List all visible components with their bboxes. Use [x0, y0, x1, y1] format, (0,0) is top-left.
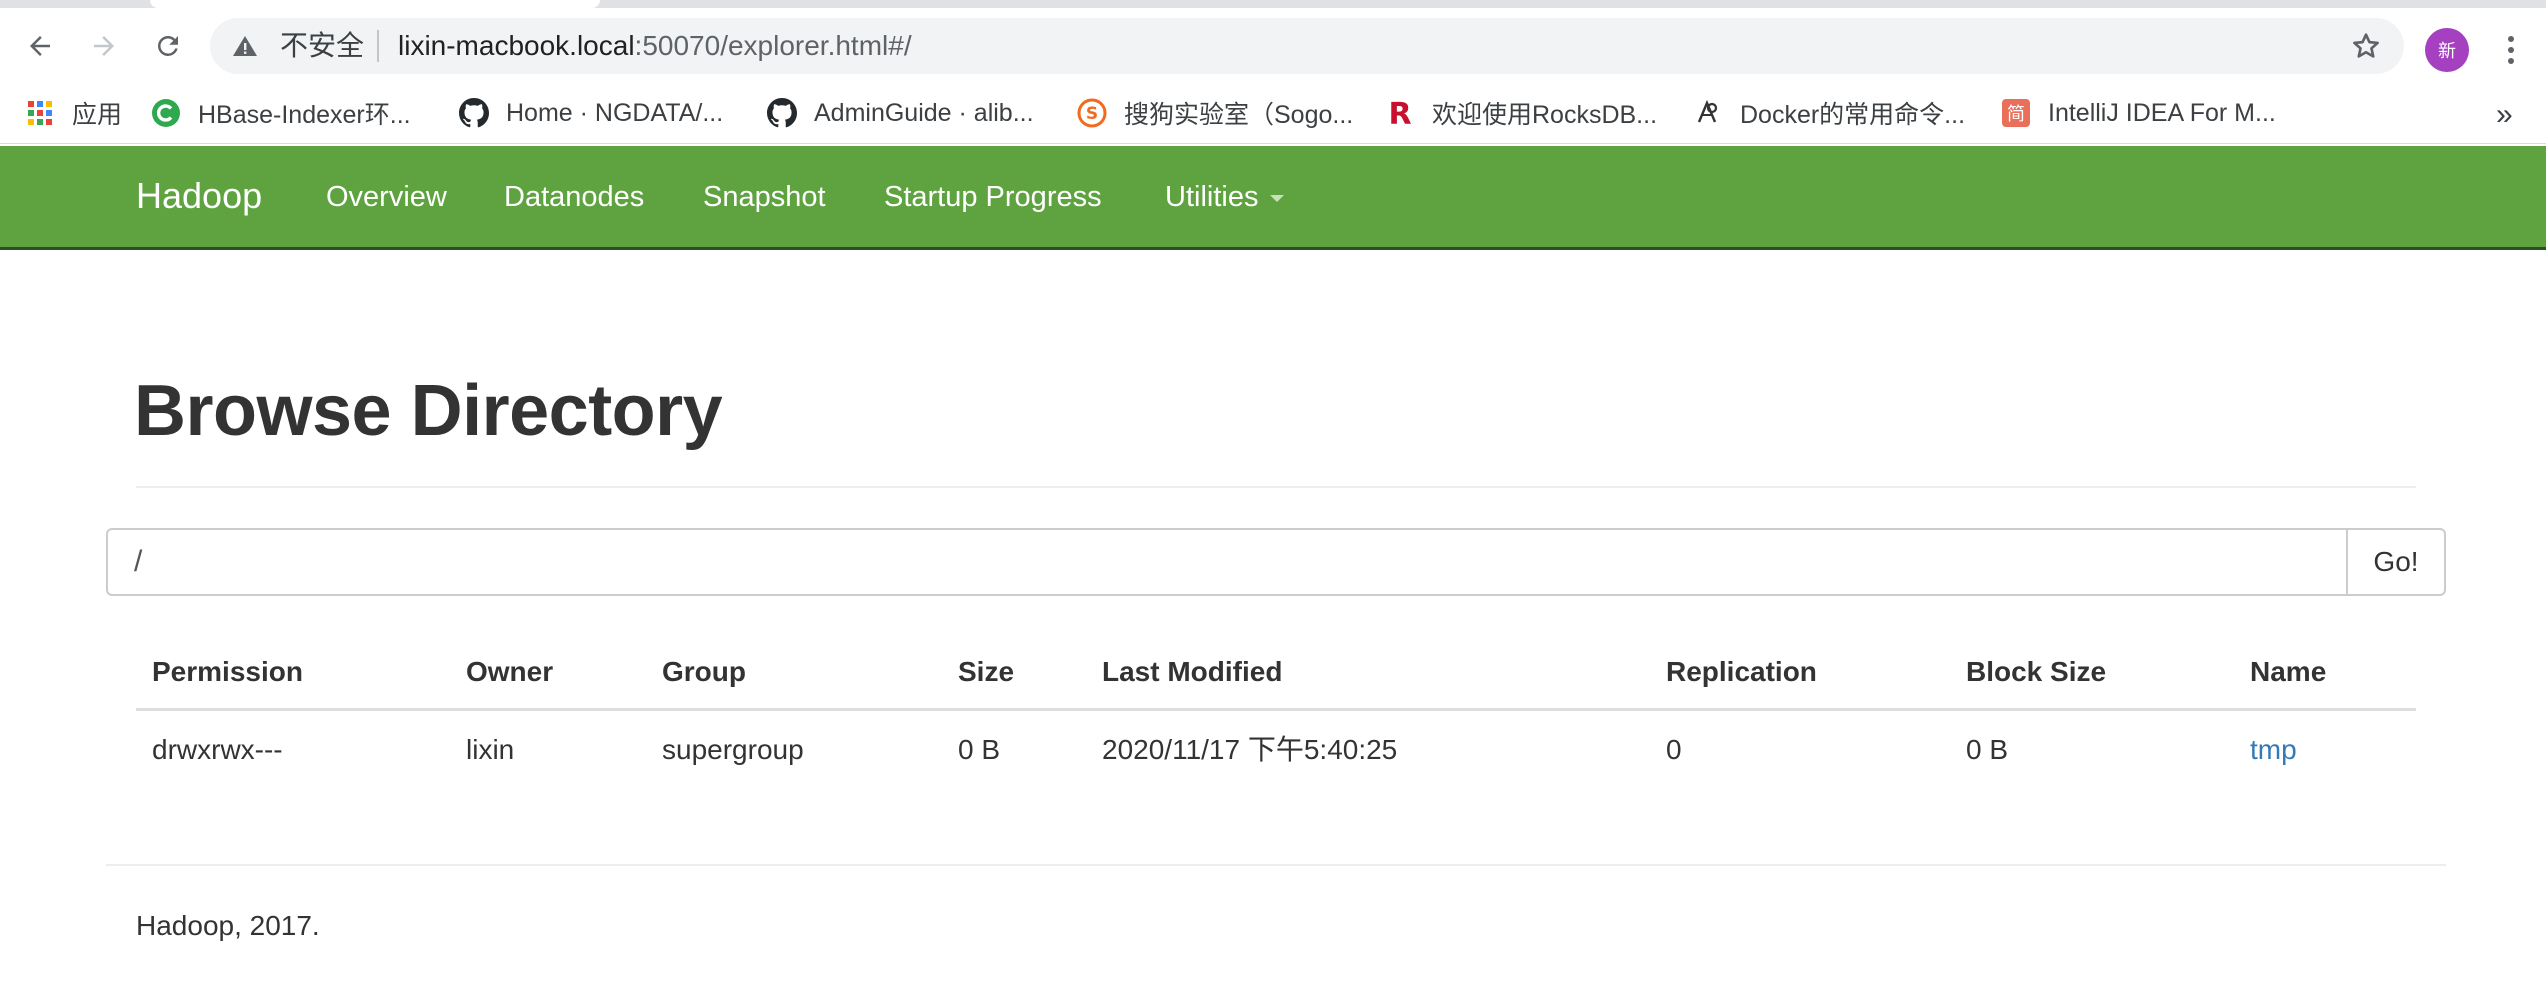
apps-grid-icon — [24, 97, 56, 129]
forward-arrow-icon — [94, 36, 114, 56]
nav-datanodes[interactable]: Datanodes — [504, 180, 644, 214]
cell-replication: 0 — [1666, 734, 1682, 765]
footer-divider — [106, 864, 2446, 866]
cell-size: 0 B — [958, 734, 1001, 765]
reload-button[interactable] — [146, 24, 190, 68]
nav-overview[interactable]: Overview — [326, 180, 447, 214]
column-header-name[interactable]: Name — [2250, 656, 2326, 688]
site-c-icon — [150, 97, 182, 129]
column-header-owner[interactable]: Owner — [466, 656, 553, 688]
cell-group: supergroup — [662, 734, 804, 765]
directory-path-input[interactable] — [106, 528, 2348, 596]
tab-strip — [0, 0, 2546, 8]
url-text[interactable]: lixin-macbook.local:50070/explorer.html#… — [398, 31, 912, 61]
nav-utilities-label: Utilities — [1165, 181, 1259, 213]
bookmark-label: HBase-Indexer环... — [198, 101, 411, 129]
column-header-group[interactable]: Group — [662, 656, 746, 688]
security-label[interactable]: 不安全 — [280, 32, 364, 60]
column-header-permission[interactable]: Permission — [152, 656, 303, 688]
cell-owner: lixin — [466, 734, 515, 765]
reload-icon — [158, 35, 178, 56]
bookmark-label: 欢迎使用RocksDB... — [1432, 101, 1658, 129]
bookmark-apps[interactable]: 应用 — [24, 96, 122, 130]
bookmark-hbase-indexer[interactable]: HBase-Indexer环... — [150, 96, 411, 130]
docker-site-icon — [1692, 97, 1724, 129]
bookmark-intellij[interactable]: 简 IntelliJ IDEA For M... — [2000, 96, 2276, 130]
bookmark-label: 应用 — [72, 101, 123, 129]
table-header-divider — [136, 708, 2416, 711]
forward-button[interactable] — [82, 24, 126, 68]
bookmark-label: Home · NGDATA/... — [506, 98, 724, 127]
url-host: lixin-macbook.local — [398, 30, 635, 61]
column-header-replication[interactable]: Replication — [1666, 656, 1817, 688]
column-header-block-size[interactable]: Block Size — [1966, 656, 2106, 688]
footer-text: Hadoop, 2017. — [136, 910, 320, 941]
bookmark-label: 搜狗实验室（Sogo... — [1124, 101, 1354, 129]
bookmark-star-icon[interactable] — [2350, 30, 2382, 62]
navbar-brand[interactable]: Hadoop — [136, 176, 262, 216]
url-path: :50070/explorer.html#/ — [634, 30, 912, 61]
hadoop-navbar: Hadoop Overview Datanodes Snapshot Start… — [0, 146, 2546, 250]
nav-snapshot[interactable]: Snapshot — [703, 180, 826, 214]
title-divider — [136, 486, 2416, 488]
bookmark-ngdata-home[interactable]: Home · NGDATA/... — [458, 96, 723, 130]
more-bookmarks-button[interactable]: » — [2496, 98, 2513, 132]
address-bar[interactable]: 不安全 lixin-macbook.local:50070/explorer.h… — [210, 18, 2404, 74]
browser-toolbar: 不安全 lixin-macbook.local:50070/explorer.h… — [0, 8, 2546, 82]
directory-link-tmp[interactable]: tmp — [2250, 734, 2297, 766]
cell-last-modified: 2020/11/17 下午5:40:25 — [1102, 734, 1398, 765]
back-arrow-icon — [30, 36, 50, 56]
svg-text:简: 简 — [2007, 104, 2025, 125]
svg-text:S: S — [1086, 104, 1098, 124]
back-button[interactable] — [18, 24, 62, 68]
path-input-group: Go! — [106, 528, 2446, 596]
bookmark-label: IntelliJ IDEA For M... — [2048, 98, 2276, 127]
rocksdb-icon: R — [1384, 97, 1416, 129]
cell-permission: drwxrwx--- — [152, 734, 283, 765]
bookmark-label: AdminGuide · alib... — [814, 98, 1034, 127]
bookmark-sogou-lab[interactable]: S 搜狗实验室（Sogo... — [1076, 96, 1353, 130]
active-tab[interactable] — [150, 0, 600, 8]
github-icon — [766, 97, 798, 129]
go-button[interactable]: Go! — [2346, 528, 2446, 596]
bookmarks-bar: 应用 HBase-Indexer环... Home · NGDATA/... A… — [0, 82, 2546, 144]
column-header-last-modified[interactable]: Last Modified — [1102, 656, 1282, 688]
chevron-down-icon — [1270, 194, 1285, 202]
nav-utilities-dropdown[interactable]: Utilities — [1165, 180, 1285, 214]
profile-avatar[interactable]: 新 — [2425, 28, 2469, 72]
bookmark-docker-commands[interactable]: Docker的常用命令... — [1692, 96, 1965, 130]
browser-menu-icon[interactable] — [2496, 30, 2526, 70]
column-header-size[interactable]: Size — [958, 656, 1014, 688]
sogou-icon: S — [1076, 97, 1108, 129]
svg-text:R: R — [1388, 98, 1411, 128]
page-title: Browse Directory — [134, 371, 723, 451]
jianshu-icon: 简 — [2000, 97, 2032, 129]
bookmark-rocksdb[interactable]: R 欢迎使用RocksDB... — [1384, 96, 1657, 130]
cell-block-size: 0 B — [1966, 734, 2009, 765]
nav-startup-progress[interactable]: Startup Progress — [884, 180, 1102, 214]
warning-triangle-icon — [233, 36, 257, 56]
github-icon — [458, 97, 490, 129]
address-separator — [377, 30, 379, 62]
bookmark-adminguide[interactable]: AdminGuide · alib... — [766, 96, 1034, 130]
bookmark-label: Docker的常用命令... — [1740, 101, 1966, 129]
